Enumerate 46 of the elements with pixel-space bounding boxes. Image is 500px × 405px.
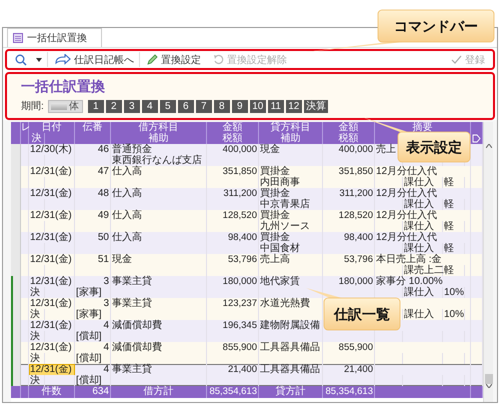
period-label: 期間: — [21, 100, 44, 113]
tag-icon — [472, 134, 481, 143]
period-button[interactable]: 7 — [196, 100, 212, 112]
pencil-icon — [147, 54, 158, 65]
header-cell: レ — [21, 122, 29, 134]
period-button[interactable]: 1 — [88, 100, 104, 112]
header-cell: 日付 — [29, 122, 75, 134]
scroll-up-icon — [486, 144, 492, 148]
document-tab[interactable]: 一括仕訳置換 — [7, 28, 102, 47]
footer-value: 85,354,613 — [323, 386, 375, 398]
period-button[interactable]: 6 — [178, 100, 194, 112]
undo-icon — [213, 54, 224, 65]
period-button[interactable]: 3 — [124, 100, 140, 112]
caret-icon — [36, 58, 42, 62]
scrollbar[interactable] — [483, 122, 493, 402]
footer-value: 85,354,613 — [207, 386, 259, 398]
period-mode-toggle[interactable]: 体 — [48, 100, 83, 112]
period-button[interactable]: 9 — [232, 100, 248, 112]
panel-title: 一括仕訳置換 — [21, 78, 106, 95]
toolbar-button[interactable]: 仕訳日記帳へ — [50, 52, 140, 67]
toolbar-button[interactable]: 置換設定 — [142, 52, 206, 67]
row-header-cell[interactable] — [11, 375, 21, 387]
period-button[interactable]: 8 — [214, 100, 230, 112]
footer-value: 634 — [75, 386, 111, 398]
callout-label: コマンドバー — [393, 18, 479, 34]
period-button[interactable]: 4 — [142, 100, 158, 112]
footer-label: 貸方計 — [259, 386, 323, 398]
scroll-thumb[interactable] — [484, 374, 492, 384]
list-icon — [13, 33, 23, 43]
period-button[interactable]: 決算 — [304, 100, 328, 112]
period-button[interactable]: 12 — [286, 100, 302, 112]
check-icon — [451, 55, 462, 64]
period-button[interactable]: 2 — [106, 100, 122, 112]
date-cell[interactable]: 12/31(金) — [29, 364, 75, 376]
header-cell: 決 — [29, 133, 45, 145]
footer-label: 借方計 — [111, 386, 207, 398]
scroll-down-icon — [486, 384, 492, 388]
callout-label: 表示設定 — [405, 139, 463, 155]
callout-label: 仕訳一覧 — [332, 306, 391, 322]
row-header-cell[interactable] — [11, 144, 21, 156]
period-button[interactable]: 10 — [250, 100, 266, 112]
search-icon — [15, 54, 27, 66]
footer-label: 件数 — [29, 386, 75, 398]
arrow-icon — [55, 54, 71, 65]
period-button[interactable]: 11 — [268, 100, 284, 112]
period-button[interactable]: 5 — [160, 100, 176, 112]
